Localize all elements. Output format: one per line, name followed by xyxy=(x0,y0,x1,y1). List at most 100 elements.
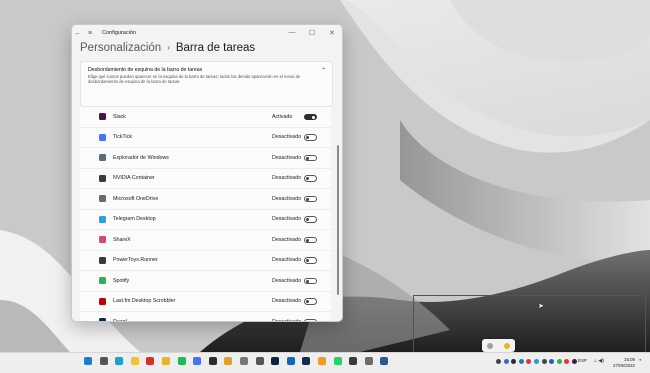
typora-icon[interactable] xyxy=(255,357,264,365)
tray-app-icon-4[interactable] xyxy=(526,359,532,364)
sharex-icon xyxy=(99,236,106,244)
check-icon[interactable] xyxy=(239,357,248,365)
app-row: Last.fm Desktop Scrobbler Desactivado xyxy=(80,291,331,312)
toggle-switch[interactable] xyxy=(304,318,317,321)
settings-icon[interactable] xyxy=(364,357,373,365)
tray-app-icon-8[interactable] xyxy=(556,359,562,364)
deepl-icon xyxy=(99,318,106,321)
toggle-switch[interactable] xyxy=(304,175,317,182)
nvidia-icon xyxy=(99,174,106,182)
app-name: ShareX xyxy=(113,236,131,243)
store-icon[interactable] xyxy=(208,357,217,365)
search-icon[interactable] xyxy=(99,357,108,365)
toggle-switch[interactable] xyxy=(304,154,317,161)
chrome-icon[interactable] xyxy=(161,357,170,365)
toggle-switch[interactable] xyxy=(304,277,317,284)
expander-title: Desbordamiento de esquina de la barra de… xyxy=(88,67,203,73)
maximize-button[interactable]: ☐ xyxy=(302,29,322,37)
spotify-icon[interactable] xyxy=(177,357,186,365)
network-volume-icons[interactable]: ⌂ ◀) xyxy=(594,358,604,364)
tray-app-icon-2[interactable] xyxy=(511,359,517,364)
start-icon[interactable] xyxy=(84,357,92,365)
app-row: Spotify Desactivado xyxy=(80,271,331,292)
tray-app-icon-7[interactable] xyxy=(549,359,555,364)
toggle-switch[interactable] xyxy=(304,298,317,305)
toggle-status: Desactivado xyxy=(272,216,302,223)
tray-app-icon-3[interactable] xyxy=(518,359,524,364)
app-name: Spotify xyxy=(113,277,130,284)
tray-app-icon-10[interactable] xyxy=(571,359,577,364)
ticktick-icon[interactable] xyxy=(193,357,202,365)
toggle-switch[interactable] xyxy=(304,236,317,243)
app-row: DeepL Desactivado xyxy=(80,312,331,322)
breadcrumb-parent[interactable]: Personalización xyxy=(80,42,161,54)
app-title: Configuración xyxy=(102,30,136,36)
spotify-icon xyxy=(99,277,106,285)
tray-overflow-popup xyxy=(482,339,515,352)
expander-description: Elige qué iconos pueden aparecer en la e… xyxy=(88,74,301,85)
page-title: Barra de tareas xyxy=(175,42,256,54)
gmail-icon[interactable] xyxy=(146,357,155,365)
whatsapp-icon[interactable] xyxy=(333,357,342,365)
app-name: TickTick xyxy=(113,134,133,141)
sublime-icon[interactable] xyxy=(317,357,326,365)
toggle-status: Desactivado xyxy=(272,134,302,141)
popup-chrome-icon[interactable] xyxy=(503,342,510,349)
tray-app-icon-1[interactable] xyxy=(503,359,509,364)
toggle-status: Desactivado xyxy=(272,257,302,264)
taskbar: ESP ⌂ ◀) 15:09 27/05/2022 ◔ xyxy=(0,352,650,373)
breadcrumb: Personalización › Barra de tareas xyxy=(80,42,255,54)
tray-app-icon-5[interactable] xyxy=(533,359,539,364)
app-name: DeepL xyxy=(113,318,129,322)
lightroom-icon[interactable] xyxy=(302,357,311,365)
telegram-icon xyxy=(99,215,106,223)
toggle-switch[interactable] xyxy=(304,216,317,223)
title-bar: ← ≡ Configuración — ☐ ✕ xyxy=(72,25,342,41)
toggle-switch[interactable] xyxy=(304,195,317,202)
app-row: Microsoft OneDrive Desactivado xyxy=(80,189,331,210)
back-arrow-icon[interactable]: ← xyxy=(72,30,84,37)
app-name: Microsoft OneDrive xyxy=(113,195,159,202)
window-controls: — ☐ ✕ xyxy=(282,29,342,37)
app-row: ShareX Desactivado xyxy=(80,230,331,251)
toggle-switch[interactable] xyxy=(304,113,317,120)
system-tray xyxy=(496,359,580,364)
corner-overflow-expander[interactable]: Desbordamiento de esquina de la barra de… xyxy=(80,61,333,107)
minimize-button[interactable]: — xyxy=(282,29,302,37)
app-row: PowerToys.Runner Desactivado xyxy=(80,250,331,271)
chevron-up-icon[interactable] xyxy=(496,359,501,364)
notification-icon[interactable]: ◔ xyxy=(638,358,642,364)
toggle-status: Desactivado xyxy=(272,318,302,322)
taskbar-apps xyxy=(84,357,396,365)
tray-app-icon-6[interactable] xyxy=(541,359,547,364)
explorer-icon[interactable] xyxy=(130,357,139,365)
toggle-status: Activado xyxy=(272,113,293,120)
tray-app-icon-9[interactable] xyxy=(564,359,570,364)
toggle-status: Desactivado xyxy=(272,298,302,305)
edge-icon[interactable] xyxy=(115,357,124,365)
app-name: Explorador de Windows xyxy=(113,154,169,161)
language-indicator[interactable]: ESP xyxy=(578,358,587,363)
photoshop-icon[interactable] xyxy=(271,357,280,365)
app-row: Explorador de Windows Desactivado xyxy=(80,148,331,169)
powertoys-icon xyxy=(99,256,106,264)
app-name: Slack xyxy=(113,113,126,120)
app-row: Telegram Desktop Desactivado xyxy=(80,209,331,230)
chevron-up-icon[interactable]: ⌃ xyxy=(321,67,326,74)
clock[interactable]: 15:09 27/05/2022 xyxy=(611,357,635,368)
menu-icon[interactable]: ≡ xyxy=(84,30,96,37)
toggle-switch[interactable] xyxy=(304,257,317,264)
lastfm-icon xyxy=(99,297,106,305)
xbox-icon[interactable] xyxy=(349,357,358,365)
popup-ticktick-icon[interactable] xyxy=(487,342,494,349)
paint-icon[interactable] xyxy=(224,357,233,365)
app-name: Last.fm Desktop Scrobbler xyxy=(113,298,176,305)
close-button[interactable]: ✕ xyxy=(322,29,342,37)
toggle-status: Desactivado xyxy=(272,195,302,202)
app-toggle-list: Slack Activado TickTick Desactivado Explorad… xyxy=(80,107,331,322)
chat-icon[interactable] xyxy=(380,357,389,365)
mail-icon[interactable] xyxy=(286,357,295,365)
app-name: Telegram Desktop xyxy=(113,216,156,223)
toggle-switch[interactable] xyxy=(304,134,317,141)
scrollbar[interactable] xyxy=(337,145,339,295)
